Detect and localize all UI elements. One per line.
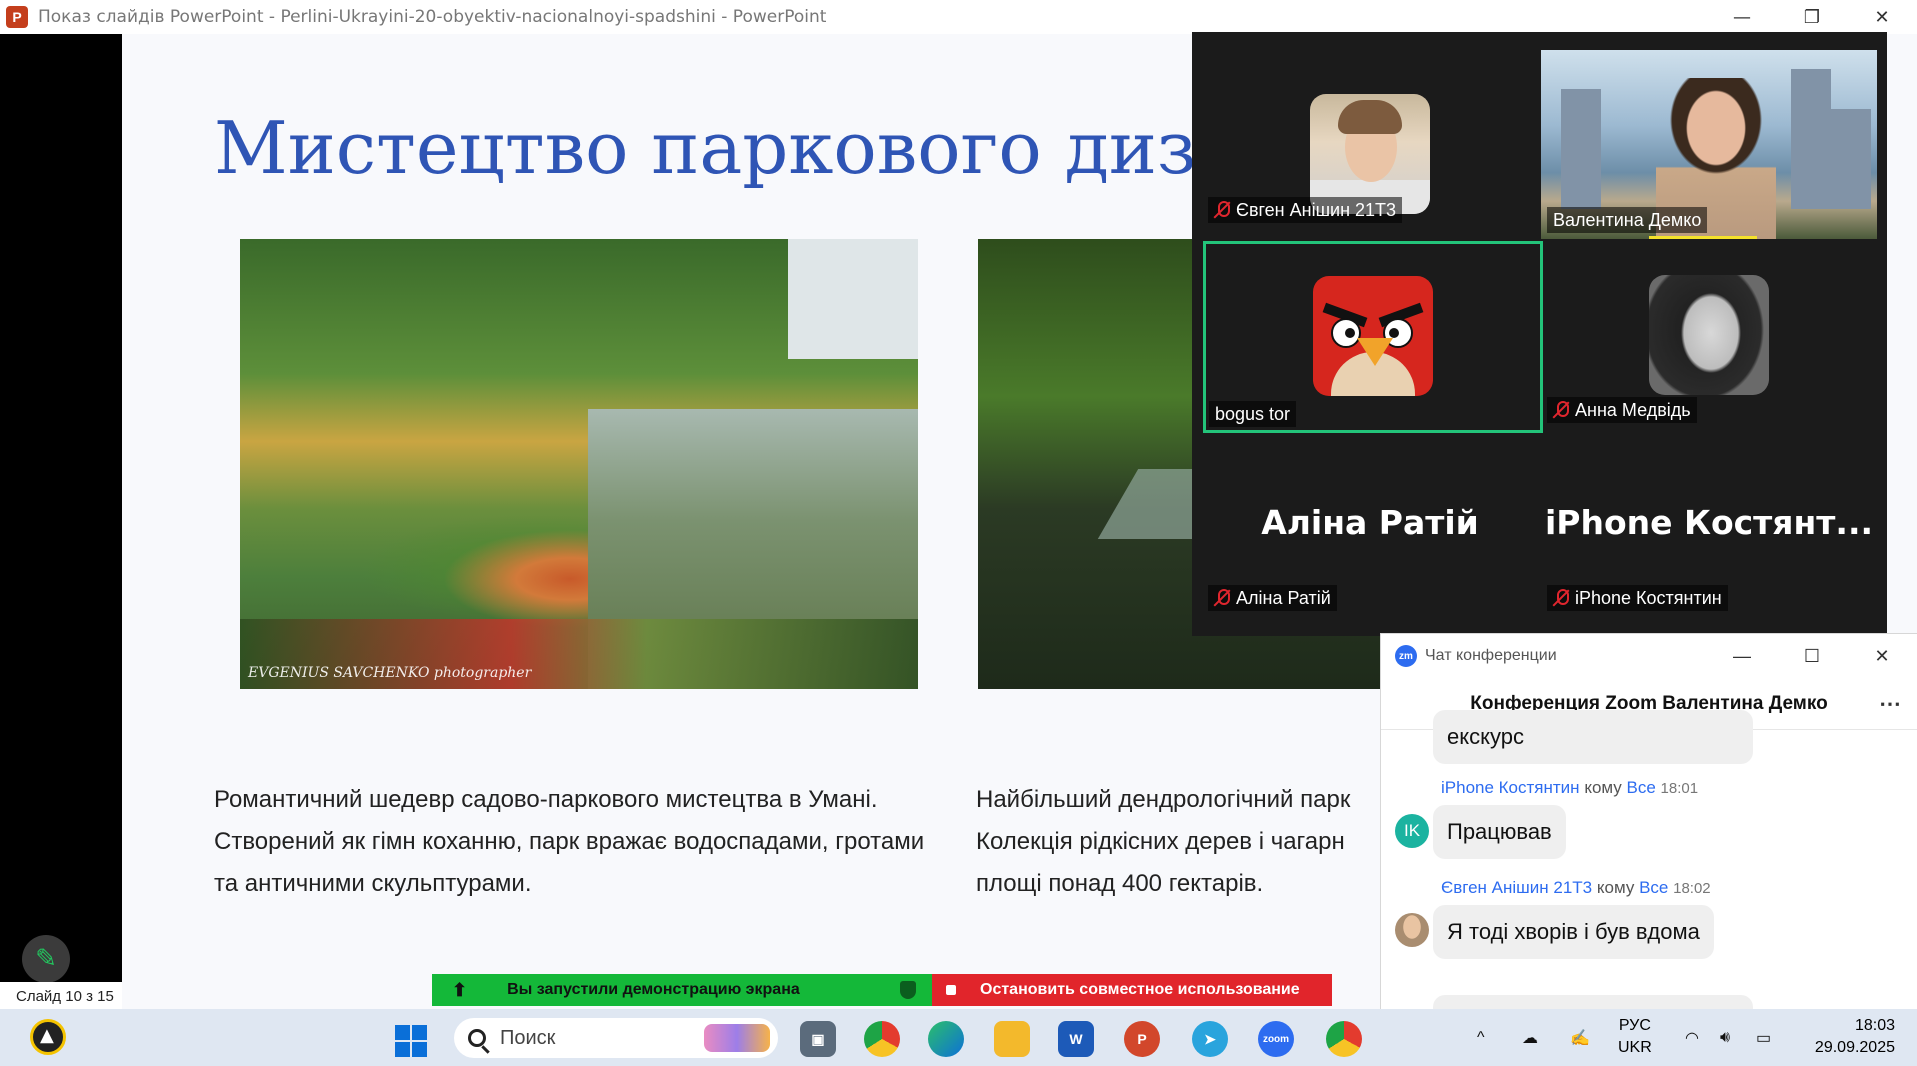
participant-tile[interactable]: Євген Анішин 21Т3 [1202,40,1538,229]
participant-name: Валентина Демко [1547,207,1708,233]
zoom-icon[interactable]: zoom [1258,1021,1294,1057]
taskbar-search[interactable]: Поиск [454,1018,778,1058]
share-status-label: Вы запустили демонстрацию экрана [507,981,800,998]
shield-icon [900,981,916,999]
restore-button[interactable]: ❐ [1777,0,1847,34]
stop-share-button[interactable]: Остановить совместное использование [932,974,1332,1006]
pen-icon[interactable]: ✎ [22,935,70,983]
avatar [1395,913,1429,947]
angry-bird-avatar [1313,276,1433,396]
zoom-chat-window: zm Чат конференции — ☐ ✕ Конференция Zoo… [1380,633,1917,1009]
participant-name: Анна Медвідь [1547,397,1697,423]
file-explorer-icon[interactable] [994,1021,1030,1057]
mic-muted-icon [1553,401,1569,419]
edge-icon[interactable] [928,1021,964,1057]
chat-message-bubble: екскурс [1433,710,1753,764]
chrome-alt-icon[interactable] [1326,1021,1362,1057]
mic-muted-icon [1214,589,1230,607]
photo-watermark: EVGENIUS SAVCHENKO photographer [248,665,532,681]
word-icon[interactable]: W [1058,1021,1094,1057]
participant-name: iPhone Костянтин [1547,585,1728,611]
taskbar: Поиск ▣ W P ➤ zoom ^ ☁ ✍ РУС UKR ◠ 🔊︎ ▭ … [0,1009,1917,1066]
slide-margin [0,34,122,1009]
zoom-icon: zm [1395,645,1417,667]
chat-message-meta: Євген Анішин 21Т3 кому Все 18:02 [1441,878,1711,897]
chat-message-bubble: Працював [1433,805,1566,859]
participant-name: bogus tor [1209,401,1297,427]
chat-message-meta: iPhone Костянтин кому Все 18:01 [1441,778,1699,797]
volume-icon[interactable]: 🔊︎ [1720,1009,1730,1066]
search-icon [468,1029,486,1047]
slide-counter: Слайд 10 з 15 [0,982,122,1010]
wifi-icon[interactable]: ◠ [1685,1009,1699,1066]
share-status[interactable]: ⬆ Вы запустили демонстрацию экрана [432,974,932,1006]
language-indicator[interactable]: РУС UKR [1618,1015,1652,1059]
photo-sky [788,239,918,359]
avatar [1310,94,1430,214]
ppt-titlebar: P Показ слайдів PowerPoint - Perlini-Ukr… [0,0,1917,34]
pen-tray-icon[interactable]: ✍ [1570,1009,1590,1066]
chat-window-title: Чат конференции [1425,647,1557,664]
participant-tile[interactable]: Аліна Ратій Аліна Ратій [1202,428,1538,617]
participant-tile-active[interactable]: bogus tor [1203,241,1543,433]
chat-titlebar: zm Чат конференции — ☐ ✕ [1381,634,1917,678]
screen-share-bar: ⬆ Вы запустили демонстрацию экрана Остан… [432,974,1332,1006]
chrome-icon[interactable] [864,1021,900,1057]
share-arrow-icon: ⬆ [452,979,468,1000]
sender-name[interactable]: Євген Анішин 21Т3 [1441,878,1592,897]
chat-message-bubble: Я тоді хворів і був вдома [1433,905,1714,959]
powerpoint-icon[interactable]: P [1124,1021,1160,1057]
participant-name: Євген Анішин 21Т3 [1208,197,1403,223]
chevron-up-icon[interactable]: ^ [1477,1009,1485,1066]
close-button[interactable]: ✕ [1847,0,1917,34]
telegram-icon[interactable]: ➤ [1192,1021,1228,1057]
search-placeholder: Поиск [500,1026,556,1049]
clock[interactable]: 18:03 29.09.2025 [1805,1015,1895,1059]
participant-tile[interactable]: Анна Медвідь [1541,240,1877,429]
window-title: Показ слайдів PowerPoint - Perlini-Ukray… [38,7,827,27]
stop-share-label: Остановить совместное использование [980,981,1300,998]
mic-muted-icon [1214,201,1230,219]
powerpoint-icon: P [6,6,28,28]
minimize-button[interactable]: — [1707,0,1777,34]
maximize-button[interactable]: ☐ [1777,634,1847,678]
time: 18:03 [1854,1017,1895,1034]
search-highlight-icon [704,1024,770,1052]
sender-name[interactable]: iPhone Костянтин [1441,778,1580,797]
participant-tile[interactable]: iPhone Костянт... iPhone Костянтин [1541,428,1877,617]
battery-icon[interactable]: ▭ [1756,1009,1771,1066]
more-options-icon[interactable]: ⋯ [1879,691,1901,717]
task-view-icon[interactable]: ▣ [800,1021,836,1057]
app-icon[interactable] [30,1019,66,1055]
minimize-button[interactable]: — [1707,634,1777,678]
zoom-gallery: Євген Анішин 21Т3 Валентина Демко bogus … [1192,32,1887,636]
caption-uman: Романтичний шедевр садово-паркового мист… [214,786,925,897]
mic-muted-icon [1553,589,1569,607]
stop-icon [946,985,956,995]
avatar: IK [1395,814,1429,848]
window-controls: — ❐ ✕ [1707,0,1917,34]
start-icon[interactable] [395,1025,427,1057]
chat-message-bubble [1433,995,1753,1009]
sofiyivka-park-photo: EVGENIUS SAVCHENKO photographer [240,239,918,689]
avatar [1649,275,1769,395]
participant-tile[interactable]: Валентина Демко [1541,50,1877,239]
date: 29.09.2025 [1814,1039,1895,1056]
close-button[interactable]: ✕ [1847,634,1917,678]
participant-name: Аліна Ратій [1208,585,1337,611]
cloud-icon[interactable]: ☁ [1522,1009,1538,1066]
